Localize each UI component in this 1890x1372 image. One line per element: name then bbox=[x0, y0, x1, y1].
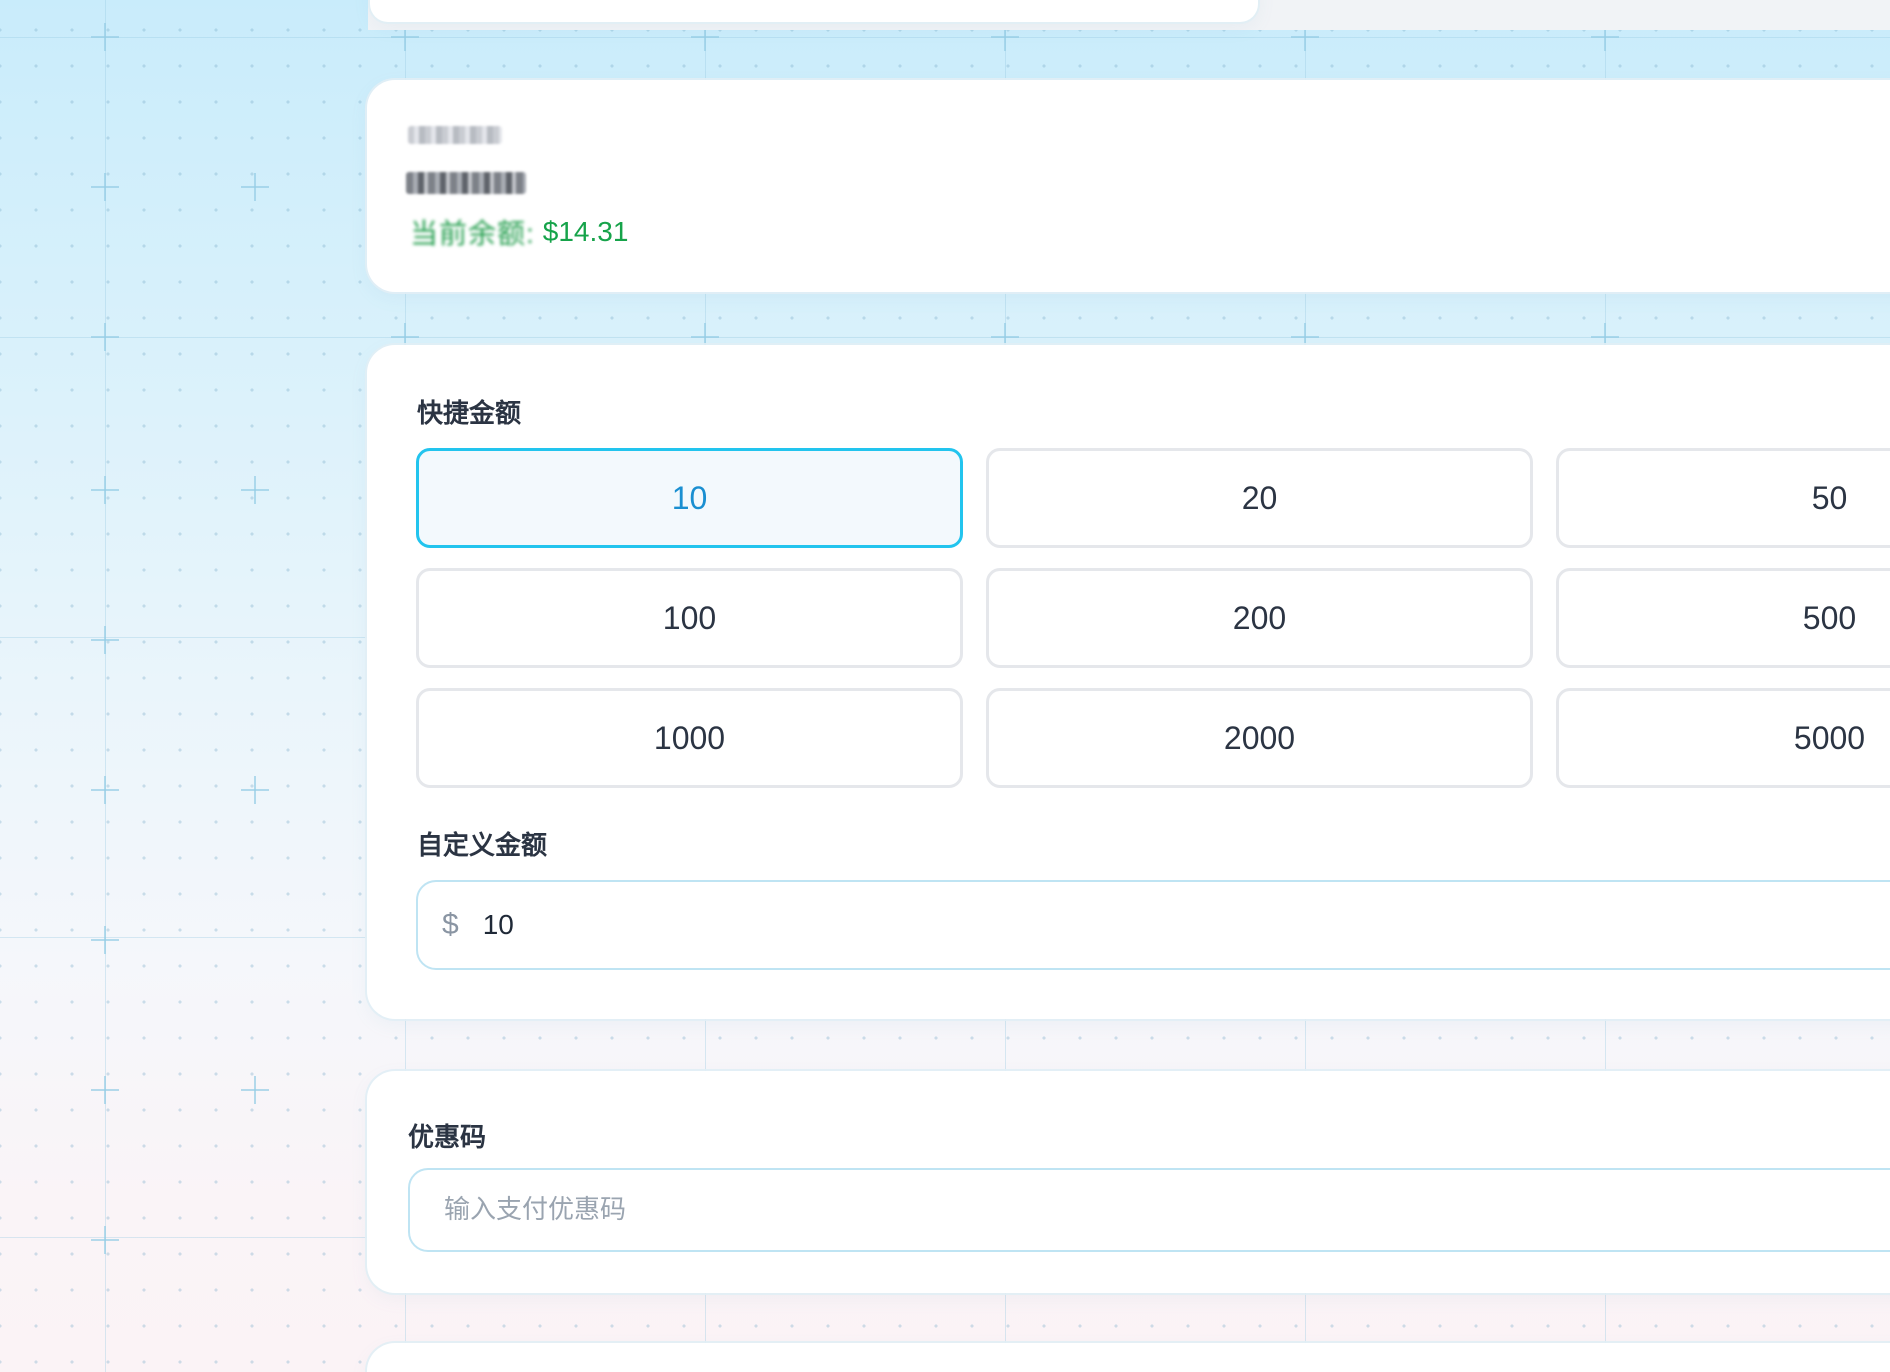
amount-option-1000[interactable]: 1000 bbox=[416, 688, 963, 788]
amount-option-5000[interactable]: 5000 bbox=[1556, 688, 1890, 788]
decor-plus-icon bbox=[241, 1076, 269, 1104]
decor-plus-icon bbox=[91, 323, 119, 351]
dollar-sign-icon: $ bbox=[442, 908, 459, 941]
top-card bbox=[370, 0, 1258, 22]
decor-plus-icon bbox=[91, 23, 119, 51]
custom-amount-input[interactable] bbox=[480, 908, 1085, 942]
decor-plus-icon bbox=[91, 926, 119, 954]
amount-option-2000[interactable]: 2000 bbox=[986, 688, 1533, 788]
bottom-card bbox=[367, 1343, 1890, 1372]
decor-plus-icon bbox=[241, 776, 269, 804]
decor-plus-icon bbox=[91, 1076, 119, 1104]
decor-plus-icon bbox=[91, 476, 119, 504]
custom-amount-label: 自定义金额 bbox=[417, 831, 548, 861]
coupon-input[interactable] bbox=[442, 1194, 1346, 1226]
quick-amount-label: 快捷金额 bbox=[417, 399, 522, 429]
redacted-username bbox=[408, 126, 502, 144]
decor-plus-icon bbox=[241, 476, 269, 504]
decor-plus-icon bbox=[91, 776, 119, 804]
amount-option-20[interactable]: 20 bbox=[986, 448, 1533, 548]
coupon-field[interactable] bbox=[408, 1168, 1890, 1252]
decor-plus-icon bbox=[91, 1226, 119, 1254]
current-balance: 当前余额: $14.31 bbox=[410, 214, 628, 250]
redacted-account-id bbox=[406, 172, 526, 194]
amount-option-50[interactable]: 50 bbox=[1556, 448, 1890, 548]
current-balance-label: 当前余额: bbox=[410, 218, 535, 249]
current-balance-value: $14.31 bbox=[542, 216, 629, 247]
decor-plus-icon bbox=[241, 173, 269, 201]
coupon-label: 优惠码 bbox=[408, 1123, 487, 1153]
decor-plus-icon bbox=[91, 173, 119, 201]
amount-option-500[interactable]: 500 bbox=[1556, 568, 1890, 668]
decor-plus-icon bbox=[91, 626, 119, 654]
page: 当前余额: $14.31 快捷金额 10 20 50 100 200 500 1… bbox=[0, 0, 1890, 1372]
amount-option-10[interactable]: 10 bbox=[416, 448, 963, 548]
custom-amount-field[interactable]: $ bbox=[416, 880, 1890, 970]
amount-option-200[interactable]: 200 bbox=[986, 568, 1533, 668]
amount-option-100[interactable]: 100 bbox=[416, 568, 963, 668]
account-card bbox=[367, 80, 1890, 292]
